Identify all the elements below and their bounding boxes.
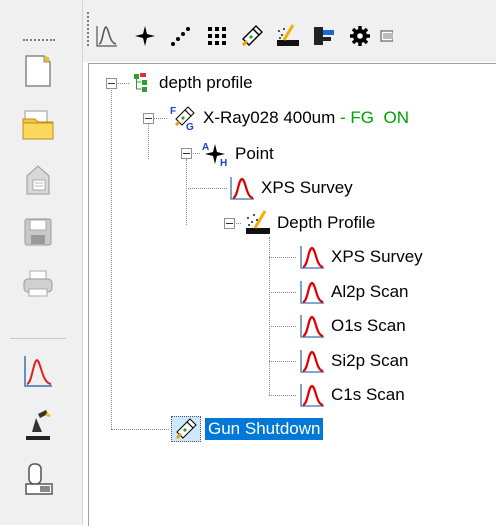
experiment-tree[interactable]: depth profile F G X-Ray028 400um - FG ON… [88,63,496,526]
tree-node-al2p-scan[interactable]: Al2p Scan [297,279,409,305]
gun-shutdown-icon [171,416,201,442]
grid-points-icon [208,27,226,45]
spectrum-peak-icon [96,26,117,47]
tree-node-label: Point [235,144,274,163]
save-button[interactable] [16,213,60,251]
xray-gun-icon: F G [169,105,199,131]
depth-profile-button[interactable] [274,22,302,50]
tree-node-label: XPS Survey [261,178,353,197]
grid-button[interactable] [203,22,231,50]
gun-status-text: FG ON [350,108,409,127]
svg-text:F: F [170,106,176,117]
print-button[interactable] [16,265,60,303]
import-button[interactable] [16,160,60,198]
stage-icon [314,27,334,45]
spectrum-button[interactable] [16,352,60,390]
point-icon: A H [201,141,231,167]
tree-node-depth-profile[interactable]: Depth Profile [243,210,375,236]
tree-node-label: C1s Scan [331,385,405,404]
microscope-button[interactable] [16,406,60,444]
instrument-button[interactable] [16,460,60,498]
open-button[interactable] [16,106,60,144]
tree-node-gun-shutdown[interactable]: Gun Shutdown [171,416,324,442]
point-button[interactable] [131,22,159,50]
tree-node-label: X-Ray028 400um [203,108,336,127]
tree-node-o1s-scan[interactable]: O1s Scan [297,313,406,339]
experiment-icon [131,70,155,96]
gun-icon [241,25,263,47]
print-icon [23,270,53,297]
point-icon [135,26,155,46]
spectrum-peak-icon [297,279,327,305]
tree-node-label: Depth Profile [277,213,376,232]
tree-node-label: Al2p Scan [331,282,409,301]
tree-node-label: O1s Scan [331,316,406,335]
settings-gear-icon [350,26,370,46]
new-document-icon [25,55,51,87]
tree-node-label: depth profile [159,73,253,92]
tree-node-xps-survey[interactable]: XPS Survey [227,175,353,201]
svg-text:H: H [220,158,227,167]
open-folder-icon [22,110,54,140]
spectrum-peak-icon [297,313,327,339]
spectrum-peak-icon [297,244,327,270]
tree-node-point[interactable]: A H Point [201,141,274,167]
settings-button[interactable] [346,22,374,50]
depth-profile-icon [277,24,299,46]
tree-node-si2p-scan[interactable]: Si2p Scan [297,348,409,374]
tree-node-xray-gun[interactable]: F G X-Ray028 400um - FG ON [169,105,409,131]
spectrum-peak-icon [297,348,327,374]
import-icon [26,165,50,195]
tree-node-label: Gun Shutdown [205,418,324,440]
collapse-root-toggle[interactable] [106,78,117,89]
top-toolbar [83,0,496,62]
new-document-button[interactable] [16,52,60,90]
tree-node-xps-survey-2[interactable]: XPS Survey [297,244,423,270]
svg-text:A: A [202,142,209,153]
save-icon [24,218,52,246]
spectrum-peak-icon [297,382,327,408]
instrument-icon [25,463,53,495]
collapse-depth-toggle[interactable] [224,218,235,229]
microscope-icon [26,410,51,440]
tree-node-root[interactable]: depth profile [131,70,253,96]
line-points-icon [171,27,190,46]
tree-node-label: XPS Survey [331,247,423,266]
line-button[interactable] [167,22,195,50]
stage-button[interactable] [310,22,338,50]
toolbar-grip[interactable] [23,39,55,43]
svg-text:G: G [186,122,194,131]
spectrum-peak-icon [227,175,257,201]
more-icon [380,30,393,42]
more-button[interactable] [377,22,393,50]
gun-button[interactable] [238,22,266,50]
spectrum-button[interactable] [93,22,121,50]
toolbar-grip[interactable] [87,12,91,46]
tree-node-c1s-scan[interactable]: C1s Scan [297,382,405,408]
tree-node-separator: - [335,108,351,127]
collapse-point-toggle[interactable] [181,148,192,159]
depth-profile-icon [243,210,273,236]
tree-node-label: Si2p Scan [331,351,409,370]
left-toolbar [0,0,83,525]
collapse-gun-toggle[interactable] [143,113,154,124]
spectrum-icon [24,356,52,387]
